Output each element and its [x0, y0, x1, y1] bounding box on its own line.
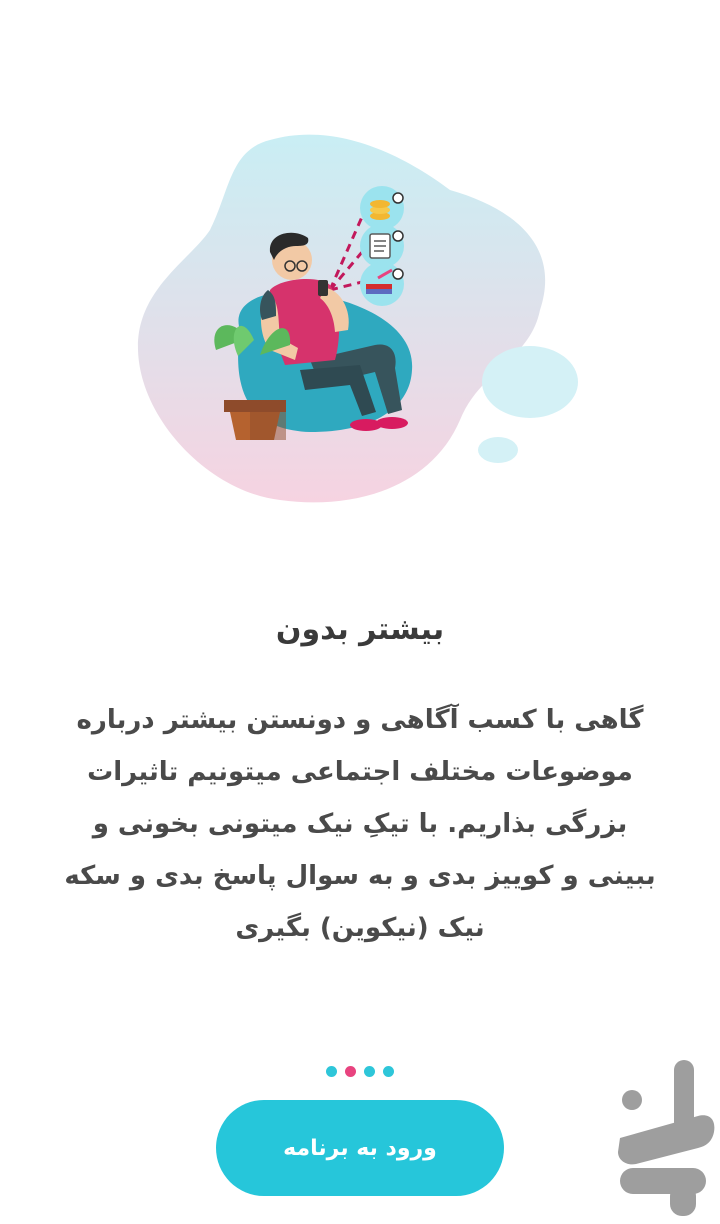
page-dot-active[interactable]	[345, 1066, 356, 1077]
tiny-blob	[478, 437, 518, 463]
bazaar-logo-icon	[618, 1060, 715, 1216]
onboarding-title: بیشتر بدون	[275, 612, 445, 647]
onboarding-description: گاهی با کسب آگاهی و دونستن بیشتر درباره …	[64, 705, 656, 943]
small-blob	[482, 346, 578, 418]
document-bubble-icon	[360, 224, 404, 268]
coin-bubble-icon	[360, 186, 404, 230]
education-bubble-icon	[360, 262, 404, 306]
enter-app-button[interactable]: ورود به برنامه	[216, 1100, 504, 1196]
page-dot[interactable]	[326, 1066, 337, 1077]
page-dot[interactable]	[364, 1066, 375, 1077]
page-dot[interactable]	[383, 1066, 394, 1077]
onboarding-illustration	[137, 134, 578, 503]
